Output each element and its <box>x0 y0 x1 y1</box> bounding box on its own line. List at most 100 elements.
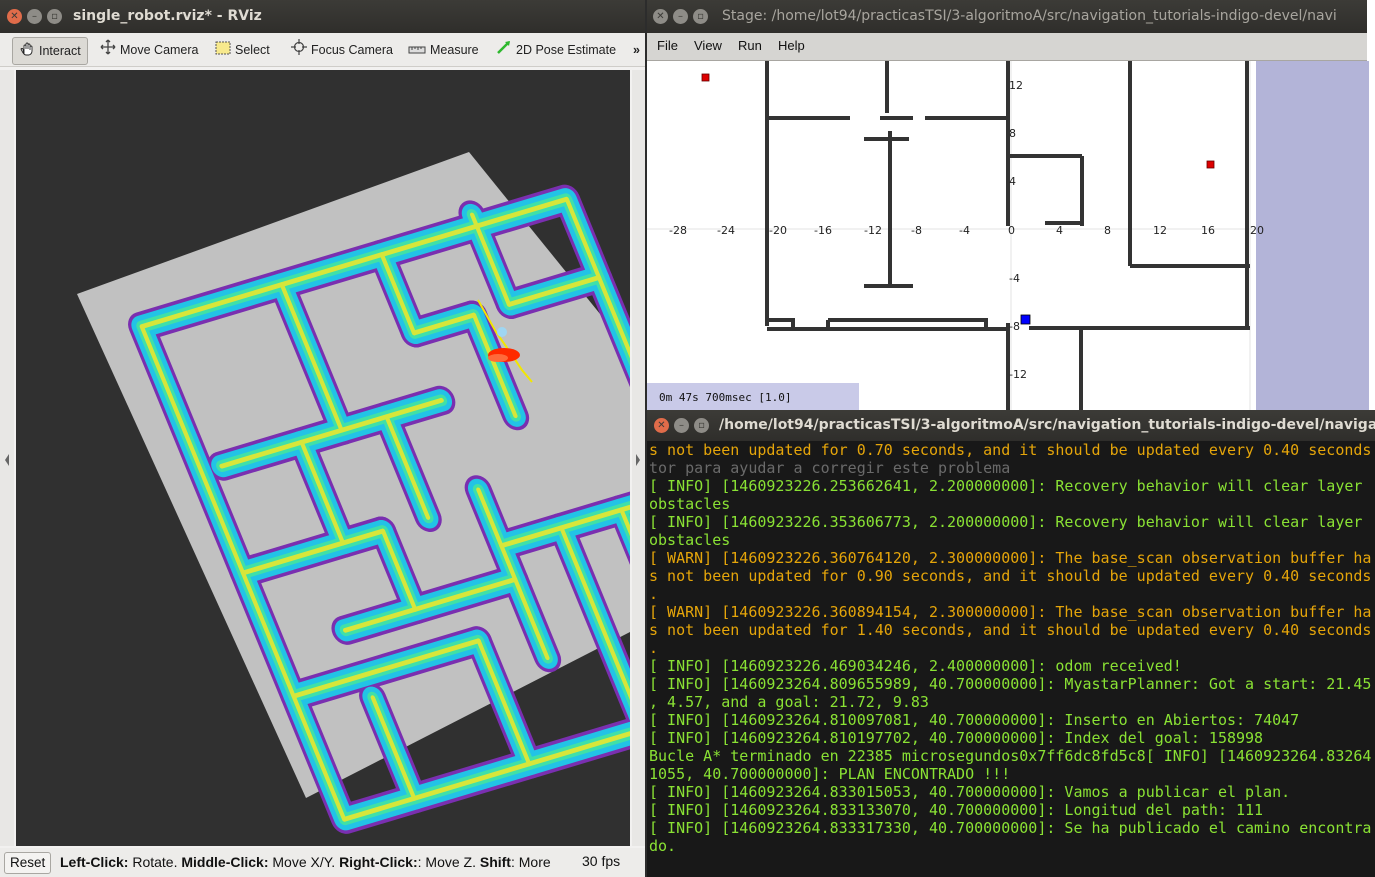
stage-window: ✕ – ▫ Stage: /home/lot94/practicasTSI/3-… <box>647 0 1375 410</box>
interact-tool-button[interactable]: Interact <box>12 37 88 65</box>
stage-canvas[interactable]: -28 -24 -20 -16 -12 -8 -4 0 4 8 12 16 20… <box>647 61 1369 410</box>
close-button[interactable]: ✕ <box>654 418 669 433</box>
axis-x-label: -8 <box>911 224 922 237</box>
terminal-line: . <box>649 639 659 657</box>
ruler-icon <box>408 38 426 64</box>
stage-titlebar[interactable]: ✕ – ▫ Stage: /home/lot94/practicasTSI/3-… <box>647 0 1367 33</box>
stage-menubar: File View Run Help <box>647 33 1367 61</box>
terminal-line: [ INFO] [1460923264.810197702, 40.700000… <box>649 729 1264 747</box>
terminal-line: do. <box>649 837 677 855</box>
interact-label: Interact <box>39 44 81 58</box>
costmap-3d-view <box>16 70 630 846</box>
terminal-line: [ INFO] [1460923264.833133070, 40.700000… <box>649 801 1264 819</box>
rviz-toolbar: Interact Move Camera Select Focus Camera… <box>0 33 645 67</box>
terminal-titlebar[interactable]: ✕ – ▫ /home/lot94/practicasTSI/3-algorit… <box>647 410 1375 441</box>
terminal-line: [ INFO] [1460923226.253662641, 2.2000000… <box>649 477 1363 495</box>
3d-viewport[interactable] <box>16 70 630 846</box>
maximize-button[interactable]: ▫ <box>694 418 709 433</box>
axis-x-label: 20 <box>1250 224 1264 237</box>
axis-x-label: -16 <box>814 224 832 237</box>
terminal-line: , 4.57, and a goal: 21.72, 9.83 <box>649 693 929 711</box>
focus-camera-tool-button[interactable]: Focus Camera <box>291 37 393 63</box>
terminal-line: s not been updated for 0.70 seconds, and… <box>649 441 1372 459</box>
rviz-statusbar: Reset Left-Click: Rotate. Middle-Click: … <box>0 848 645 877</box>
terminal-line: s not been updated for 0.90 seconds, and… <box>649 567 1372 585</box>
close-button[interactable]: ✕ <box>7 9 22 24</box>
terminal-line: s not been updated for 1.40 seconds, and… <box>649 621 1372 639</box>
minimize-button[interactable]: – <box>27 9 42 24</box>
axis-x-label: -4 <box>959 224 970 237</box>
menu-run[interactable]: Run <box>738 38 762 53</box>
rviz-window: ✕ – ▫ single_robot.rviz* - RViz Interact… <box>0 0 645 877</box>
hint-move-xy: Move X/Y. <box>268 854 340 870</box>
toolbar-overflow-button[interactable]: » <box>633 37 640 63</box>
terminal-line: [ INFO] [1460923226.469034246, 2.4000000… <box>649 657 1182 675</box>
stage-offmap-area <box>1256 61 1369 410</box>
reset-button[interactable]: Reset <box>4 852 52 874</box>
terminal-line: [ INFO] [1460923226.353606773, 2.2000000… <box>649 513 1363 531</box>
axis-x-label: -12 <box>864 224 882 237</box>
axis-x-label: -28 <box>669 224 687 237</box>
axis-y-label: 8 <box>1009 127 1016 140</box>
axis-y-label: 12 <box>1009 79 1023 92</box>
axis-y-label: -8 <box>1009 320 1020 333</box>
minimize-button[interactable]: – <box>674 418 689 433</box>
hint-right-click: Right-Click: <box>339 854 418 870</box>
maximize-button[interactable]: ▫ <box>693 9 708 24</box>
terminal-output[interactable]: s not been updated for 0.70 seconds, and… <box>649 441 1373 877</box>
axis-x-label: 4 <box>1056 224 1063 237</box>
terminal-line: [ INFO] [1460923264.833317330, 40.700000… <box>649 819 1372 837</box>
robot-marker[interactable] <box>1020 314 1031 325</box>
close-button[interactable]: ✕ <box>653 9 668 24</box>
rviz-titlebar[interactable]: ✕ – ▫ single_robot.rviz* - RViz <box>0 0 645 33</box>
axis-x-label: -24 <box>717 224 735 237</box>
axis-x-label: 12 <box>1153 224 1167 237</box>
terminal-line: Bucle A* terminado en 22385 microsegundo… <box>649 747 1372 765</box>
move-camera-tool-button[interactable]: Move Camera <box>100 37 199 63</box>
terminal-title: /home/lot94/practicasTSI/3-algoritmoA/sr… <box>719 417 1375 433</box>
fps-readout: 30 fps <box>582 853 621 869</box>
hint-rotate: Rotate. <box>128 854 182 870</box>
axis-x-label: 8 <box>1104 224 1111 237</box>
terminal-line: [ WARN] [1460923226.360894154, 2.3000000… <box>649 603 1372 621</box>
move-camera-icon <box>100 38 116 64</box>
hint-more: : More <box>510 854 551 870</box>
maximize-button[interactable]: ▫ <box>47 9 62 24</box>
measure-tool-button[interactable]: Measure <box>408 37 479 63</box>
select-label: Select <box>235 43 270 57</box>
terminal-line: obstacles <box>649 531 731 549</box>
red-target-marker <box>1206 160 1215 169</box>
axis-x-label: 16 <box>1201 224 1215 237</box>
hint-move-z: : Move Z. <box>417 854 480 870</box>
focus-crosshair-icon <box>291 38 307 64</box>
axis-y-label: 4 <box>1009 175 1016 188</box>
focus-camera-label: Focus Camera <box>311 43 393 57</box>
hand-cursor-icon <box>19 39 35 65</box>
pose-estimate-tool-button[interactable]: 2D Pose Estimate <box>496 37 616 63</box>
axis-x-label: -20 <box>769 224 787 237</box>
green-arrow-icon <box>496 38 512 64</box>
terminal-line: [ INFO] [1460923264.810097081, 40.700000… <box>649 711 1300 729</box>
move-camera-label: Move Camera <box>120 43 199 57</box>
terminal-line: 1055, 40.700000000]: PLAN ENCONTRADO !!! <box>649 765 1011 783</box>
stage-title: Stage: /home/lot94/practicasTSI/3-algori… <box>722 8 1337 24</box>
left-dock-collapse[interactable] <box>0 70 14 846</box>
terminal-window: ✕ – ▫ /home/lot94/practicasTSI/3-algorit… <box>647 410 1375 877</box>
sim-clock: 0m 47s 700msec [1.0] <box>659 391 791 404</box>
menu-file[interactable]: File <box>657 38 678 53</box>
terminal-line: [ INFO] [1460923264.809655989, 40.700000… <box>649 675 1372 693</box>
menu-help[interactable]: Help <box>778 38 805 53</box>
axis-y-label: -4 <box>1009 272 1020 285</box>
minimize-button[interactable]: – <box>673 9 688 24</box>
terminal-line: tor para ayudar a corregir este problema <box>649 459 1011 477</box>
hint-middle-click: Middle-Click: <box>181 854 269 870</box>
red-target-marker <box>701 73 710 82</box>
axis-y-label: -12 <box>1009 368 1027 381</box>
right-dock-collapse[interactable] <box>632 70 645 846</box>
hint-left-click: Left-Click: <box>60 854 129 870</box>
terminal-line: obstacles <box>649 495 731 513</box>
axis-x-label: 0 <box>1008 224 1015 237</box>
select-box-icon <box>215 38 231 64</box>
menu-view[interactable]: View <box>694 38 722 53</box>
select-tool-button[interactable]: Select <box>215 37 270 63</box>
